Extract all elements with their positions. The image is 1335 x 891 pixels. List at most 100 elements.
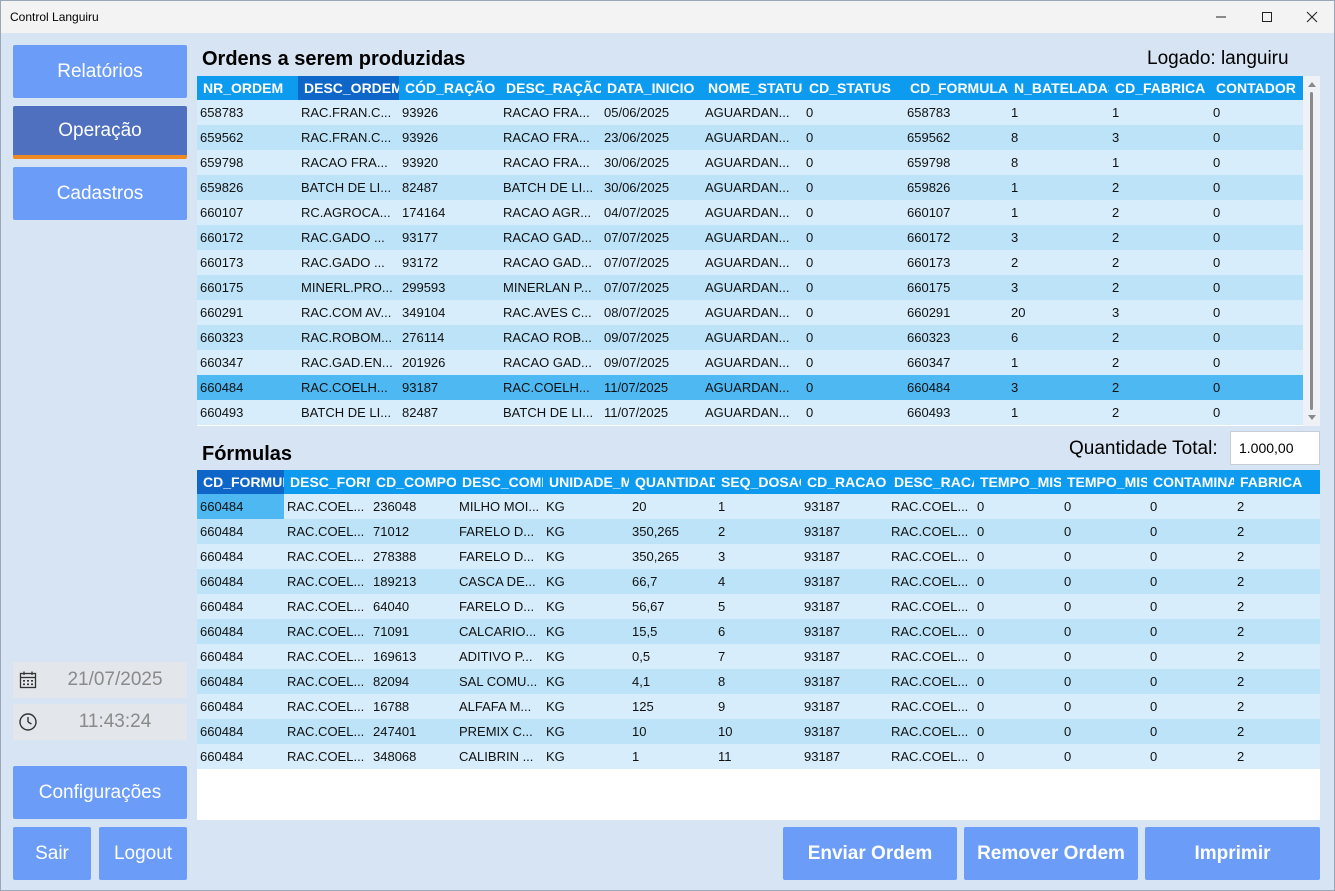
table-cell[interactable]: AGUARDAN... xyxy=(702,225,803,250)
table-row[interactable]: 660484 RAC.COEL... 64040 FARELO D... KG 56,67… xyxy=(197,594,1320,619)
table-cell[interactable]: 0 xyxy=(803,350,904,375)
table-cell[interactable]: 23/06/2025 xyxy=(601,125,702,150)
table-cell[interactable]: 660173 xyxy=(904,250,1008,275)
table-cell[interactable]: 660323 xyxy=(904,325,1008,350)
table-cell[interactable]: 0 xyxy=(803,250,904,275)
table-cell[interactable]: 0 xyxy=(1061,544,1147,569)
table-cell[interactable]: 659826 xyxy=(904,175,1008,200)
table-cell[interactable]: AGUARDAN... xyxy=(702,125,803,150)
column-header[interactable]: DESC_ORDEM xyxy=(298,76,399,100)
table-cell[interactable]: 08/07/2025 xyxy=(601,300,702,325)
table-cell[interactable]: 6 xyxy=(715,619,801,644)
table-cell[interactable]: 0,5 xyxy=(629,644,715,669)
column-header[interactable]: DESC_RAÇÃO xyxy=(500,76,601,100)
table-cell[interactable]: 2 xyxy=(1234,619,1315,644)
table-cell[interactable]: RAC.COEL... xyxy=(888,569,974,594)
table-cell[interactable]: 93187 xyxy=(801,569,888,594)
table-cell[interactable]: RAC.COELH... xyxy=(500,375,601,400)
table-cell[interactable]: 0 xyxy=(1061,519,1147,544)
table-cell[interactable]: 0 xyxy=(1061,694,1147,719)
table-cell[interactable]: 1 xyxy=(1109,150,1210,175)
table-cell[interactable]: 0 xyxy=(974,744,1061,769)
table-cell[interactable]: 2 xyxy=(1109,400,1210,425)
table-cell[interactable]: BATCH DE LI... xyxy=(298,400,399,425)
table-cell[interactable]: 0 xyxy=(803,150,904,175)
remover-ordem-button[interactable]: Remover Ordem xyxy=(964,827,1138,880)
table-cell[interactable]: 350,265 xyxy=(629,544,715,569)
column-header[interactable]: QUANTIDADE xyxy=(629,470,715,494)
table-cell[interactable]: 0 xyxy=(803,375,904,400)
table-cell[interactable]: RAC.COEL... xyxy=(284,494,370,519)
table-row[interactable]: 660484 RAC.COEL... 348068 CALIBRIN ... KG 1 11… xyxy=(197,744,1320,769)
table-row[interactable]: 660484 RAC.COEL... 278388 FARELO D... KG 350,… xyxy=(197,544,1320,569)
table-cell[interactable]: 3 xyxy=(1008,275,1109,300)
column-header[interactable]: TEMPO_MISTURA xyxy=(974,470,1061,494)
column-header[interactable]: UNIDADE_MEDIDA xyxy=(543,470,629,494)
table-cell[interactable]: ALFAFA M... xyxy=(456,694,543,719)
table-cell[interactable]: AGUARDAN... xyxy=(702,100,803,125)
table-cell[interactable]: 660323 xyxy=(197,325,298,350)
table-row[interactable]: 660484 RAC.COEL... 189213 CASCA DE... KG 66,7… xyxy=(197,569,1320,594)
table-cell[interactable]: 93187 xyxy=(399,375,500,400)
table-cell[interactable]: 11/07/2025 xyxy=(601,400,702,425)
table-row[interactable]: 660484 RAC.COEL... 236048 MILHO MOI... KG 20 1… xyxy=(197,494,1320,519)
table-cell[interactable]: 660172 xyxy=(904,225,1008,250)
table-cell[interactable]: 0 xyxy=(1147,619,1234,644)
sidebar-item-operacao[interactable]: Operação xyxy=(13,106,187,159)
table-cell[interactable]: 71091 xyxy=(370,619,456,644)
table-cell[interactable]: 0 xyxy=(1147,719,1234,744)
table-cell[interactable]: MINERL.PRO... xyxy=(298,275,399,300)
scroll-down-icon[interactable] xyxy=(1303,410,1320,426)
table-cell[interactable]: RACAO FRA... xyxy=(500,150,601,175)
table-cell[interactable]: 2 xyxy=(1109,250,1210,275)
table-cell[interactable]: 16788 xyxy=(370,694,456,719)
table-cell[interactable]: 660175 xyxy=(197,275,298,300)
table-cell[interactable]: FARELO D... xyxy=(456,519,543,544)
table-cell[interactable]: 0 xyxy=(1061,669,1147,694)
column-header[interactable]: NOME_STATUS xyxy=(702,76,803,100)
table-cell[interactable]: 0 xyxy=(1210,375,1303,400)
table-cell[interactable]: 0 xyxy=(1147,669,1234,694)
table-cell[interactable]: 2 xyxy=(1008,250,1109,275)
table-cell[interactable]: 2 xyxy=(1109,175,1210,200)
table-cell[interactable]: KG xyxy=(543,744,629,769)
table-cell[interactable]: 660484 xyxy=(197,694,284,719)
column-header[interactable]: CD_COMPONENTE xyxy=(370,470,456,494)
table-cell[interactable]: RAC.COEL... xyxy=(888,619,974,644)
table-cell[interactable]: 93926 xyxy=(399,125,500,150)
table-cell[interactable]: 9 xyxy=(715,694,801,719)
table-cell[interactable]: RACAO GAD... xyxy=(500,350,601,375)
table-cell[interactable]: RAC.COEL... xyxy=(888,744,974,769)
table-cell[interactable]: 0 xyxy=(803,300,904,325)
table-cell[interactable]: AGUARDAN... xyxy=(702,175,803,200)
configuracoes-button[interactable]: Configurações xyxy=(13,766,187,819)
table-cell[interactable]: CALIBRIN ... xyxy=(456,744,543,769)
table-cell[interactable]: AGUARDAN... xyxy=(702,200,803,225)
table-cell[interactable]: 09/07/2025 xyxy=(601,350,702,375)
table-cell[interactable]: 0 xyxy=(1061,594,1147,619)
table-cell[interactable]: 0 xyxy=(803,275,904,300)
table-cell[interactable]: 30/06/2025 xyxy=(601,150,702,175)
table-cell[interactable]: KG xyxy=(543,569,629,594)
table-cell[interactable]: 660173 xyxy=(197,250,298,275)
table-cell[interactable]: 93187 xyxy=(801,594,888,619)
table-cell[interactable]: 0 xyxy=(1061,494,1147,519)
table-cell[interactable]: 1 xyxy=(1008,175,1109,200)
table-cell[interactable]: MILHO MOI... xyxy=(456,494,543,519)
table-cell[interactable]: KG xyxy=(543,619,629,644)
table-cell[interactable]: 93187 xyxy=(801,719,888,744)
table-cell[interactable]: 6 xyxy=(1008,325,1109,350)
table-cell[interactable]: 8 xyxy=(715,669,801,694)
table-row[interactable]: 660484 RAC.COELH... 93187 RAC.COELH... 11/07… xyxy=(197,375,1303,400)
column-header[interactable]: N_BATELADAS xyxy=(1008,76,1109,100)
table-cell[interactable]: RAC.COELH... xyxy=(298,375,399,400)
table-row[interactable]: 660173 RAC.GADO ... 93172 RACAO GAD... 07/07… xyxy=(197,250,1303,275)
table-cell[interactable]: 71012 xyxy=(370,519,456,544)
table-cell[interactable]: 93187 xyxy=(801,744,888,769)
table-cell[interactable]: 0 xyxy=(803,100,904,125)
table-cell[interactable]: RAC.GADO ... xyxy=(298,225,399,250)
table-cell[interactable]: 82487 xyxy=(399,400,500,425)
table-cell[interactable]: KG xyxy=(543,594,629,619)
table-cell[interactable]: 660484 xyxy=(197,619,284,644)
table-cell[interactable]: 0 xyxy=(1061,619,1147,644)
